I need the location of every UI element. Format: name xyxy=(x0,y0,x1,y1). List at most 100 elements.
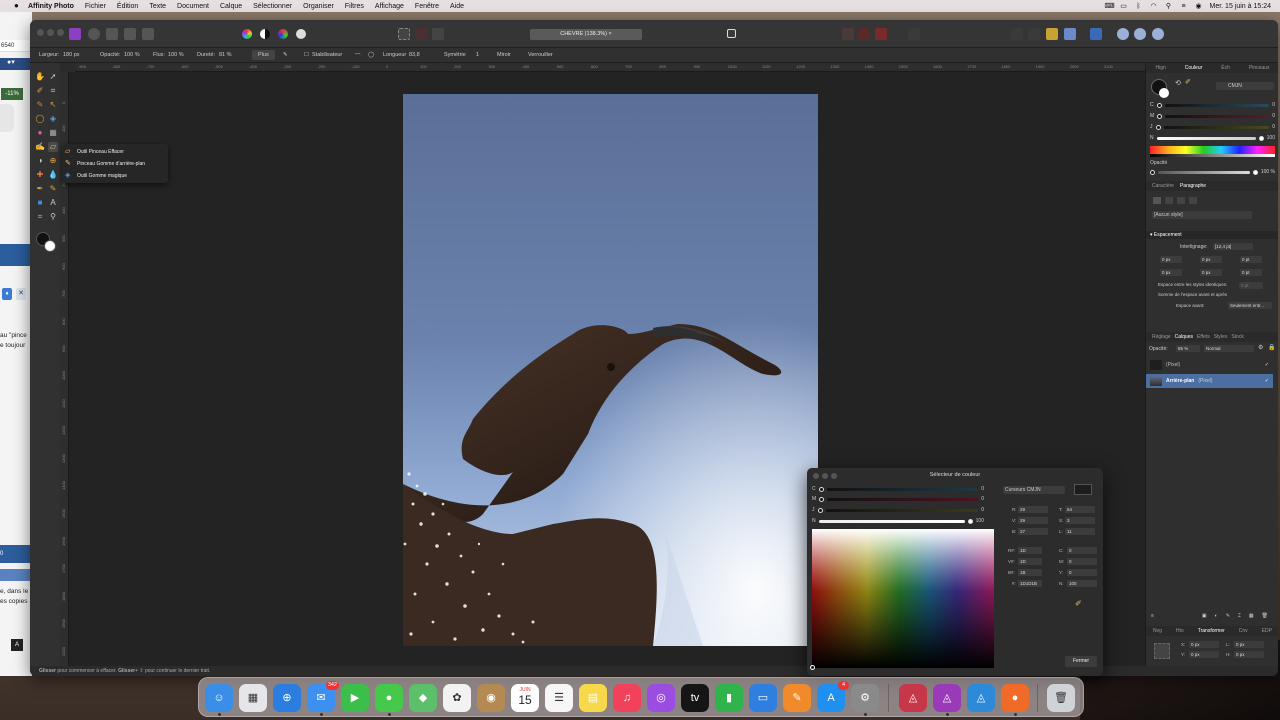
deselect-icon[interactable] xyxy=(416,28,428,40)
slider-c[interactable]: C0 xyxy=(1150,102,1275,108)
blur-tool-icon[interactable]: 💧 xyxy=(48,170,58,180)
indent-last-field[interactable]: 0 px xyxy=(1200,269,1222,276)
slider-m[interactable]: M0 xyxy=(1150,113,1275,119)
align-right-icon[interactable] xyxy=(1177,197,1185,204)
dock-app-podcasts[interactable]: ◎ xyxy=(647,684,675,712)
control-center-icon[interactable]: ≡ xyxy=(1180,3,1188,10)
indent-right-field[interactable]: 0 px xyxy=(1160,269,1182,276)
photo-persona-icon[interactable] xyxy=(69,28,81,40)
liquify-persona-icon[interactable] xyxy=(88,28,100,40)
cmjn-c-field[interactable]: 0 xyxy=(1067,547,1097,554)
selection-brush-icon[interactable]: ✎ xyxy=(35,100,45,110)
color-gradient-field[interactable] xyxy=(812,529,994,668)
shape-tool-icon[interactable]: ■ xyxy=(35,198,45,208)
tab-color[interactable]: Couleur xyxy=(1185,65,1203,71)
rgb-v-field[interactable]: 29 xyxy=(1018,517,1048,524)
tab-styles[interactable]: Styles xyxy=(1214,334,1228,340)
snap-options-icon[interactable] xyxy=(858,28,870,40)
fill-tool-icon[interactable]: ◈ xyxy=(48,114,58,124)
layer-lock-icon[interactable]: 🔒 xyxy=(1268,344,1275,351)
symmetry-field[interactable]: 1 xyxy=(476,52,479,58)
paragraph-style-dropdown[interactable]: [Aucun style] xyxy=(1152,211,1252,219)
marquee-icon[interactable] xyxy=(398,28,410,40)
battery-icon[interactable]: ▭ xyxy=(1120,3,1128,10)
view-mode-icon[interactable] xyxy=(727,29,736,38)
arrange-front-icon[interactable] xyxy=(1028,28,1040,40)
clone-tool-icon[interactable]: ⊕ xyxy=(48,156,58,166)
visibility-check[interactable]: ✓ xyxy=(1265,362,1269,368)
picker-slider-j[interactable]: J0 xyxy=(812,507,984,513)
cmjn-n-field[interactable]: 100 xyxy=(1067,580,1097,587)
layer-row-background[interactable]: Arrière-plan (Pixel) ✓ xyxy=(1146,374,1273,388)
menu-aide[interactable]: Aide xyxy=(450,3,464,10)
menu-organiser[interactable]: Organiser xyxy=(303,3,334,10)
spotlight-icon[interactable]: ⚲ xyxy=(1165,3,1173,10)
auto-colors-icon[interactable] xyxy=(278,29,288,39)
view-tool-icon[interactable]: ➚ xyxy=(48,72,58,82)
color-spectrum[interactable] xyxy=(1150,146,1275,154)
visibility-check[interactable]: ✓ xyxy=(1265,378,1269,384)
crop-tool-icon[interactable]: ⌗ xyxy=(48,86,58,96)
dock-app-facetime[interactable]: ▶ xyxy=(341,684,369,712)
color-cursor[interactable] xyxy=(810,665,815,670)
menu-fichier[interactable]: Fichier xyxy=(85,3,106,10)
pen-tool-icon[interactable]: ✒ xyxy=(35,184,45,194)
dock-app-affinity-photo[interactable]: ◬ xyxy=(933,684,961,716)
width-field[interactable]: 180 px xyxy=(63,52,80,58)
trash-icon[interactable]: 🗑 xyxy=(1262,613,1268,622)
pixel-layer-icon[interactable]: ⌶ xyxy=(1238,613,1241,622)
align-icon[interactable] xyxy=(1090,28,1102,40)
tab-histogram[interactable]: Hign xyxy=(1155,65,1165,71)
tab-navigator[interactable]: Nvg xyxy=(1153,628,1162,634)
menu-affichage[interactable]: Affichage xyxy=(375,3,404,10)
menu-clock[interactable]: Mer. 15 juin à 15:24 xyxy=(1210,3,1272,10)
layer-settings-icon[interactable]: ⚙ xyxy=(1258,344,1263,351)
menu-fenetre[interactable]: Fenêtre xyxy=(415,3,439,10)
indent-left-field[interactable]: 0 px xyxy=(1160,256,1182,263)
dock-app-mail[interactable]: ✉ 342 xyxy=(307,681,339,716)
apple-icon[interactable]: ● xyxy=(14,2,22,10)
dodge-tool-icon[interactable]: ◑ xyxy=(35,156,45,166)
flow-field[interactable]: 100 % xyxy=(168,52,184,58)
auto-contrast-icon[interactable] xyxy=(260,29,270,39)
menu-calque[interactable]: Calque xyxy=(220,3,242,10)
boolean-subtract-icon[interactable] xyxy=(1134,28,1146,40)
flood-select-icon[interactable]: ↖ xyxy=(48,100,58,110)
tab-brushes[interactable]: Pinceaux xyxy=(1249,65,1270,71)
secondary-color-swatch[interactable] xyxy=(44,240,56,252)
quick-mask-icon[interactable] xyxy=(908,28,920,40)
space-between-field[interactable]: 0 pt xyxy=(1239,282,1263,289)
picker-slider-c[interactable]: C0 xyxy=(812,486,984,492)
blend-mode-dropdown[interactable]: Normal xyxy=(1204,345,1254,352)
tsl-t-field[interactable]: 54 xyxy=(1065,506,1095,513)
transform-height-field[interactable]: 0 px xyxy=(1234,651,1264,658)
dock-app-notes[interactable]: ▤ xyxy=(579,684,607,712)
layer-row-pixel[interactable]: (Pixel) ✓ xyxy=(1146,358,1273,372)
tab-adjustments[interactable]: Réglage xyxy=(1152,334,1171,340)
transform-y-field[interactable]: 0 px xyxy=(1189,651,1219,658)
menu-app-name[interactable]: Affinity Photo xyxy=(28,3,74,10)
menu-edition[interactable]: Édition xyxy=(117,3,138,10)
layer-opacity-field[interactable]: 85 % xyxy=(1176,345,1200,352)
menu-filtres[interactable]: Filtres xyxy=(345,3,364,10)
close-window-button[interactable] xyxy=(37,29,44,36)
space-before-dropdown[interactable]: Seulement entr... xyxy=(1228,302,1272,309)
brush-icon[interactable]: ✎ xyxy=(283,52,288,58)
develop-persona-icon[interactable] xyxy=(106,28,118,40)
forward-icon[interactable] xyxy=(1046,28,1058,40)
color-opacity-slider[interactable]: 100 % xyxy=(1150,169,1275,175)
dock-app-preferences[interactable]: ⚙ xyxy=(851,684,879,716)
dock-app-maps[interactable]: ◆ xyxy=(409,684,437,712)
hex-r-field[interactable]: 1D xyxy=(1018,547,1042,554)
cmjn-y-field[interactable]: 0 xyxy=(1067,569,1097,576)
anchor-selector[interactable] xyxy=(1154,643,1170,659)
tsl-s-field[interactable]: 3 xyxy=(1065,517,1095,524)
indent-first-field[interactable]: 0 px xyxy=(1200,256,1222,263)
transform-x-field[interactable]: 0 px xyxy=(1189,641,1219,648)
rope-mode-icon[interactable]: ⌒ xyxy=(355,52,361,60)
eyedropper-icon[interactable]: ✐ xyxy=(1185,78,1191,86)
slider-n[interactable]: N 100 xyxy=(1150,135,1275,141)
paint-brush-icon[interactable]: ✍ xyxy=(35,142,45,152)
line-spacing-field[interactable]: [12,4 pt] xyxy=(1213,243,1253,250)
dock-app-music[interactable]: ♫ xyxy=(613,684,641,712)
